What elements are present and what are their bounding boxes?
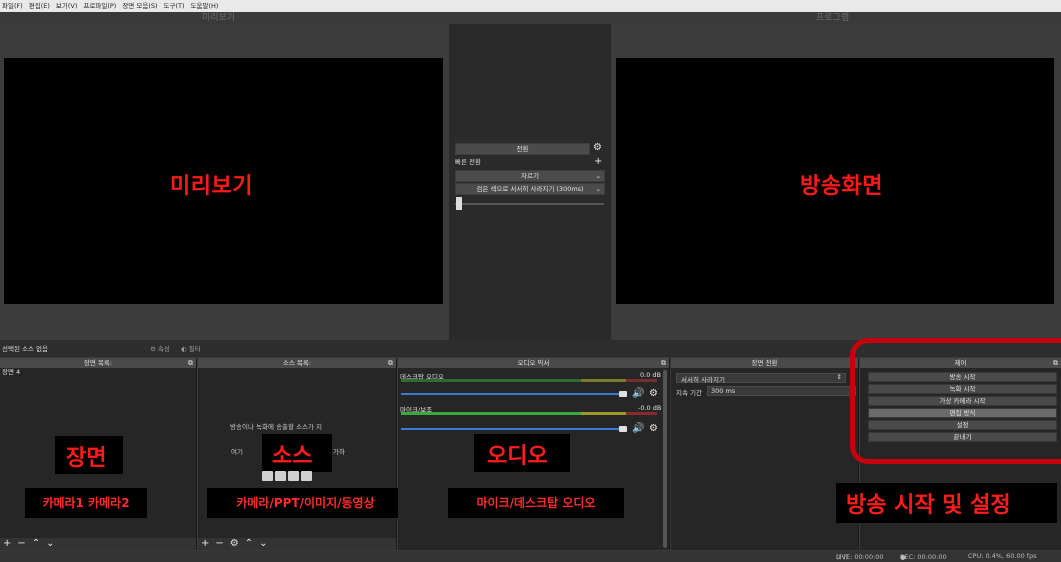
desktop-audio-level: 0.0 dB: [640, 371, 661, 379]
scenes-annotation: 장면: [66, 446, 107, 471]
gear-icon: ⚙: [150, 345, 158, 353]
scenes-sub-annotation: 카메라1 카메라2: [25, 488, 147, 518]
program-annotation: 방송화면: [800, 174, 883, 199]
plus-icon[interactable]: +: [594, 157, 602, 167]
speaker-icon[interactable]: 🔊: [632, 389, 644, 399]
sources-hint-line2-right: 가하: [333, 448, 345, 456]
menu-file[interactable]: 파일(F): [2, 0, 23, 12]
move-up-icon[interactable]: ⌃: [32, 538, 40, 550]
move-down-icon[interactable]: ⌄: [46, 538, 54, 550]
controls-annotation: 방송 시작 및 설정: [846, 493, 1011, 518]
move-up-icon[interactable]: ⌃: [245, 538, 253, 550]
desktop-audio-meter-yellow: [581, 379, 626, 382]
filters-tab-label: 필터: [188, 345, 201, 353]
t-bar-track[interactable]: [455, 203, 604, 205]
sources-annotation: 소스: [272, 444, 313, 469]
status-bar: ((·)) LIVE: 00:00:00 ● REC: 00:00:00 CPU…: [0, 551, 1061, 562]
sources-toolbar: + − ⚙ ⌃ ⌄: [198, 538, 396, 550]
mic-aux-meter-red: [626, 412, 657, 415]
sources-dock-title: 소스 목록: ⧉: [198, 358, 396, 368]
move-down-icon[interactable]: ⌄: [259, 538, 267, 550]
menu-view[interactable]: 보기(V): [56, 0, 77, 12]
gear-icon[interactable]: ⚙: [649, 424, 658, 434]
mic-aux-slider-knob[interactable]: [619, 426, 627, 432]
chevron-down-icon: ⌄: [595, 172, 601, 180]
sources-sub-annotation: 카메라/PPT/이미지/동영상: [207, 488, 404, 518]
add-icon[interactable]: +: [3, 538, 11, 550]
mic-aux-volume-slider[interactable]: [401, 428, 623, 430]
cpu-status: CPU: 0.4%, 60.00 fps: [968, 552, 1037, 560]
float-icon[interactable]: ⧉: [388, 358, 393, 368]
fade-transition-select[interactable]: 검은 색으로 서서히 사라지기 (300ms) ⌄: [455, 183, 605, 195]
mixer-scrollbar[interactable]: [663, 370, 667, 548]
properties-tab-label: 속성: [157, 345, 170, 353]
filter-icon: ◐: [181, 345, 189, 353]
desktop-audio-meter-green: [401, 379, 581, 382]
float-icon[interactable]: ⧉: [661, 358, 666, 368]
transition-controls: [449, 24, 611, 340]
monitor-icon: [275, 471, 286, 481]
remove-icon[interactable]: −: [17, 538, 25, 550]
scenes-title: 장면 목록:: [83, 359, 113, 367]
menu-help[interactable]: 도움말(H): [191, 0, 219, 12]
transition-type-select[interactable]: 서서히 사라지기 ⇕: [676, 373, 846, 384]
mixer-sub-annotation: 마이크/데스크탑 오디오: [448, 488, 624, 518]
menu-edit[interactable]: 편집(E): [29, 0, 50, 12]
sources-hint-line2-left: 여기: [231, 448, 243, 456]
mic-aux-level: -0.0 dB: [638, 404, 662, 412]
menu-tools[interactable]: 도구(T): [164, 0, 185, 12]
float-icon[interactable]: ⧉: [188, 358, 193, 368]
source-type-icons: [262, 471, 314, 481]
properties-tab[interactable]: ⚙ 속성: [150, 343, 170, 353]
mic-aux-meter-yellow: [581, 412, 626, 415]
t-bar-handle[interactable]: [456, 197, 462, 210]
cut-transition-select[interactable]: 자르기 ⌄: [455, 170, 605, 182]
desktop-audio-volume-slider[interactable]: [401, 393, 623, 395]
gear-icon[interactable]: ⚙: [649, 389, 658, 399]
menu-bar: 파일(F) 편집(E) 보기(V) 프로파일(P) 장면 모음(S) 도구(T)…: [0, 0, 1061, 12]
scenes-dock-title: 장면 목록: ⧉: [0, 358, 196, 368]
gear-icon[interactable]: ⚙: [230, 538, 239, 550]
duration-input[interactable]: 300 ms: [707, 386, 856, 396]
add-icon[interactable]: +: [201, 538, 209, 550]
mixer-annotation: 오디오: [487, 444, 548, 469]
scene-transitions-dock-title: 장면 전환 ⧉: [671, 358, 858, 368]
camera-icon: [301, 471, 312, 481]
preview-label: 미리보기: [202, 13, 236, 23]
mic-aux-meter-green: [401, 412, 581, 415]
live-time: LIVE: 00:00:00: [836, 553, 884, 561]
sources-hint-line1: 방송이나 녹화에 송출할 소스가 지: [230, 423, 322, 431]
quick-transitions-label: 빠른 전환: [455, 158, 481, 166]
rec-time: REC: 00:00:00: [900, 553, 947, 561]
gear-icon[interactable]: ⚙: [593, 143, 602, 153]
browser-icon: [288, 471, 299, 481]
menu-profile[interactable]: 프로파일(P): [83, 0, 116, 12]
mixer-title: 오디오 믹서: [517, 359, 550, 367]
fade-option-label: 검은 색으로 서서히 사라지기 (300ms): [476, 185, 584, 193]
scenes-toolbar: + − ⌃ ⌄: [0, 538, 196, 550]
cut-option-label: 자르기: [521, 172, 539, 180]
remove-icon[interactable]: −: [215, 538, 223, 550]
duration-value: 300 ms: [711, 387, 736, 395]
program-label: 프로그램: [816, 13, 850, 23]
list-item[interactable]: 장면 4: [0, 368, 196, 377]
mixer-dock-title: 오디오 믹서 ⧉: [398, 358, 669, 368]
no-source-label: 선택된 소스 없음: [2, 345, 48, 353]
scene-transitions-title: 장면 전환: [751, 359, 778, 367]
sources-title: 소스 목록:: [282, 359, 312, 367]
chevron-down-icon: ⌄: [595, 185, 601, 193]
preview-annotation: 미리보기: [170, 174, 253, 199]
controls-highlight-frame: [850, 338, 1061, 464]
menu-scene-collection[interactable]: 장면 모음(S): [122, 0, 157, 12]
transition-button[interactable]: 전환: [455, 143, 590, 155]
obs-window: 파일(F) 편집(E) 보기(V) 프로파일(P) 장면 모음(S) 도구(T)…: [0, 0, 1061, 562]
desktop-audio-slider-knob[interactable]: [619, 391, 627, 397]
chevron-updown-icon: ⇕: [836, 373, 842, 381]
duration-label: 지속 기간: [676, 389, 702, 397]
speaker-icon[interactable]: 🔊: [632, 424, 644, 434]
image-icon: [262, 471, 273, 481]
filters-tab[interactable]: ◐ 필터: [181, 343, 201, 353]
desktop-audio-meter-red: [626, 379, 657, 382]
transition-type-value: 서서히 사라지기: [681, 376, 725, 384]
